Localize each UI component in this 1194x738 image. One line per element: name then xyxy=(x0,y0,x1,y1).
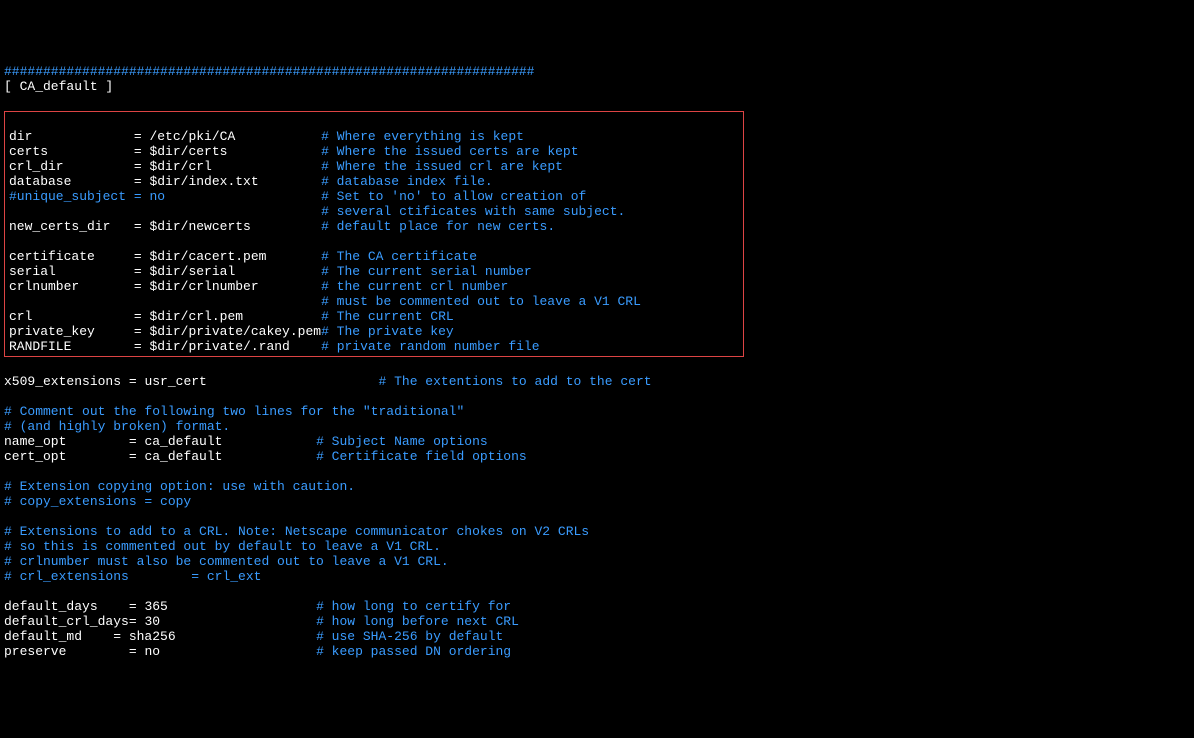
separator-line: ########################################… xyxy=(4,64,535,79)
comment-line: # Comment out the following two lines fo… xyxy=(4,404,464,419)
section-header: [ CA_default ] xyxy=(4,79,113,94)
config-key: #unique_subject xyxy=(9,189,126,204)
comment: # must be commented out to leave a V1 CR… xyxy=(321,294,641,309)
config-value: $dir/index.txt xyxy=(149,174,258,189)
config-key: name_opt xyxy=(4,434,121,449)
config-value: sha256 xyxy=(129,629,176,644)
config-key: dir xyxy=(9,129,126,144)
config-value: 365 xyxy=(144,599,167,614)
config-key: crl_dir xyxy=(9,159,126,174)
comment: # Subject Name options xyxy=(316,434,488,449)
comment: # The private key xyxy=(321,324,454,339)
comment: # default place for new certs. xyxy=(321,219,555,234)
terminal-output: ########################################… xyxy=(4,64,1190,659)
config-value: $dir/certs xyxy=(149,144,227,159)
config-value: $dir/serial xyxy=(149,264,235,279)
comment: # The current CRL xyxy=(321,309,454,324)
comment-line: # (and highly broken) format. xyxy=(4,419,230,434)
config-key: crl xyxy=(9,309,126,324)
config-key: crlnumber xyxy=(9,279,126,294)
config-value: ca_default xyxy=(144,449,222,464)
comment: # private random number file xyxy=(321,339,539,354)
config-key: default_md xyxy=(4,629,113,644)
config-value: $dir/crlnumber xyxy=(149,279,258,294)
comment: # how long before next CRL xyxy=(316,614,519,629)
comment-line: # copy_extensions = copy xyxy=(4,494,191,509)
comment: # the current crl number xyxy=(321,279,508,294)
comment: # database index file. xyxy=(321,174,493,189)
config-value: $dir/private/.rand xyxy=(149,339,289,354)
config-key: RANDFILE xyxy=(9,339,126,354)
config-value: $dir/newcerts xyxy=(149,219,250,234)
config-value: $dir/crl xyxy=(149,159,211,174)
comment-line: # Extension copying option: use with cau… xyxy=(4,479,355,494)
comment: # Certificate field options xyxy=(316,449,527,464)
config-key: database xyxy=(9,174,126,189)
config-value: $dir/private/cakey.pem xyxy=(149,324,321,339)
comment: # Where the issued crl are kept xyxy=(321,159,563,174)
comment-line: # Extensions to add to a CRL. Note: Nets… xyxy=(4,524,589,539)
config-key: new_certs_dir xyxy=(9,219,126,234)
comment: # The extentions to add to the cert xyxy=(379,374,652,389)
config-key: default_days xyxy=(4,599,121,614)
config-key: private_key xyxy=(9,324,126,339)
highlighted-block: dir = /etc/pki/CA # Where everything is … xyxy=(4,111,744,357)
comment: # The current serial number xyxy=(321,264,532,279)
comment-line: # crlnumber must also be commented out t… xyxy=(4,554,449,569)
comment-line: # crl_extensions = crl_ext xyxy=(4,569,261,584)
config-value: $dir/crl.pem xyxy=(149,309,243,324)
config-key: certificate xyxy=(9,249,126,264)
config-value: /etc/pki/CA xyxy=(149,129,235,144)
config-key: serial xyxy=(9,264,126,279)
comment: # Set to 'no' to allow creation of xyxy=(321,189,586,204)
comment: # Where the issued certs are kept xyxy=(321,144,578,159)
comment: # use SHA-256 by default xyxy=(316,629,503,644)
config-value: usr_cert xyxy=(144,374,206,389)
comment: # Where everything is kept xyxy=(321,129,524,144)
comment-line: # so this is commented out by default to… xyxy=(4,539,441,554)
config-key: cert_opt xyxy=(4,449,121,464)
config-key: certs xyxy=(9,144,126,159)
config-value: no xyxy=(149,189,165,204)
config-value: $dir/cacert.pem xyxy=(149,249,266,264)
config-value: 30 xyxy=(144,614,160,629)
comment: # keep passed DN ordering xyxy=(316,644,511,659)
config-key: default_crl_days xyxy=(4,614,129,629)
comment: # how long to certify for xyxy=(316,599,511,614)
config-key: x509_extensions xyxy=(4,374,121,389)
config-value: ca_default xyxy=(144,434,222,449)
comment: # several ctificates with same subject. xyxy=(321,204,625,219)
comment: # The CA certificate xyxy=(321,249,477,264)
config-value: no xyxy=(144,644,160,659)
config-key: preserve xyxy=(4,644,121,659)
